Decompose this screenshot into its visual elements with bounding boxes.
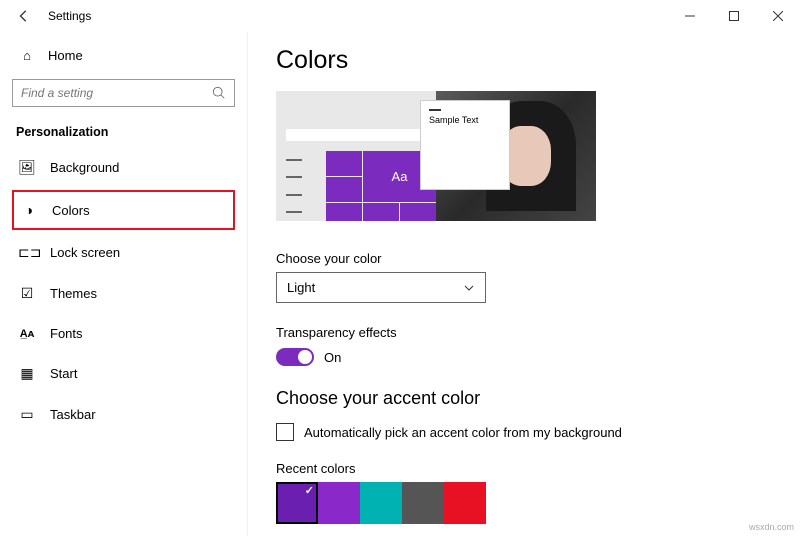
sidebar-item-taskbar[interactable]: ▭ Taskbar: [12, 396, 235, 433]
sidebar-item-label: Fonts: [50, 326, 83, 341]
arrow-left-icon: [17, 9, 31, 23]
window-title: Settings: [48, 9, 91, 23]
accent-heading: Choose your accent color: [276, 388, 772, 409]
color-swatch[interactable]: [318, 482, 360, 524]
sample-text-card: Sample Text: [420, 100, 510, 190]
sidebar-item-label: Taskbar: [50, 407, 96, 422]
palette-icon: ◑: [20, 202, 38, 218]
lock-screen-icon: ⊏⊐: [18, 244, 36, 261]
sample-text-label: Sample Text: [429, 115, 478, 125]
picture-icon: 🖼: [18, 159, 36, 176]
recent-colors-row: [276, 482, 772, 524]
maximize-icon: [729, 11, 739, 21]
sidebar-item-label: Themes: [50, 286, 97, 301]
section-header: Personalization: [16, 125, 235, 139]
sidebar-item-label: Colors: [52, 203, 90, 218]
window-controls: [668, 1, 800, 31]
search-icon: [212, 86, 226, 100]
sidebar-item-start[interactable]: ▦ Start: [12, 355, 235, 392]
title-bar: Settings: [0, 0, 800, 32]
auto-accent-label: Automatically pick an accent color from …: [304, 425, 622, 440]
color-swatch[interactable]: [402, 482, 444, 524]
sidebar-item-background[interactable]: 🖼 Background: [12, 149, 235, 186]
transparency-toggle[interactable]: [276, 348, 314, 366]
content-area: Colors Aa Sample Text Choose your color …: [248, 32, 800, 536]
search-input[interactable]: [21, 86, 212, 100]
sidebar: ⌂ Home Personalization 🖼 Background ◑ Co…: [0, 32, 248, 536]
watermark: wsxdn.com: [749, 522, 794, 532]
minimize-icon: [685, 11, 695, 21]
preview-light: Aa: [276, 91, 436, 221]
sidebar-item-label: Lock screen: [50, 245, 120, 260]
start-icon: ▦: [18, 365, 36, 382]
page-title: Colors: [276, 46, 772, 75]
sidebar-item-lockscreen[interactable]: ⊏⊐ Lock screen: [12, 234, 235, 271]
search-box[interactable]: [12, 79, 235, 107]
close-icon: [773, 11, 783, 21]
themes-icon: ☑: [18, 285, 36, 302]
color-swatch[interactable]: [276, 482, 318, 524]
home-button[interactable]: ⌂ Home: [12, 40, 235, 71]
maximize-button[interactable]: [712, 1, 756, 31]
back-button[interactable]: [10, 2, 38, 30]
sidebar-item-label: Background: [50, 160, 119, 175]
transparency-value: On: [324, 350, 341, 365]
recent-colors-label: Recent colors: [276, 461, 772, 476]
home-label: Home: [48, 48, 83, 63]
transparency-label: Transparency effects: [276, 325, 772, 340]
color-swatch[interactable]: [444, 482, 486, 524]
close-button[interactable]: [756, 1, 800, 31]
sidebar-item-fonts[interactable]: A̲ᴀ Fonts: [12, 316, 235, 351]
sidebar-item-themes[interactable]: ☑ Themes: [12, 275, 235, 312]
taskbar-icon: ▭: [18, 406, 36, 423]
color-mode-label: Choose your color: [276, 251, 772, 266]
minimize-button[interactable]: [668, 1, 712, 31]
auto-accent-checkbox[interactable]: [276, 423, 294, 441]
sidebar-item-label: Start: [50, 366, 77, 381]
color-mode-value: Light: [287, 280, 315, 295]
color-mode-select[interactable]: Light: [276, 272, 486, 303]
fonts-icon: A̲ᴀ: [18, 328, 36, 340]
sidebar-item-colors[interactable]: ◑ Colors: [12, 190, 235, 230]
color-preview: Aa: [276, 91, 772, 221]
chevron-down-icon: [463, 282, 475, 294]
home-icon: ⌂: [18, 48, 36, 63]
color-swatch[interactable]: [360, 482, 402, 524]
